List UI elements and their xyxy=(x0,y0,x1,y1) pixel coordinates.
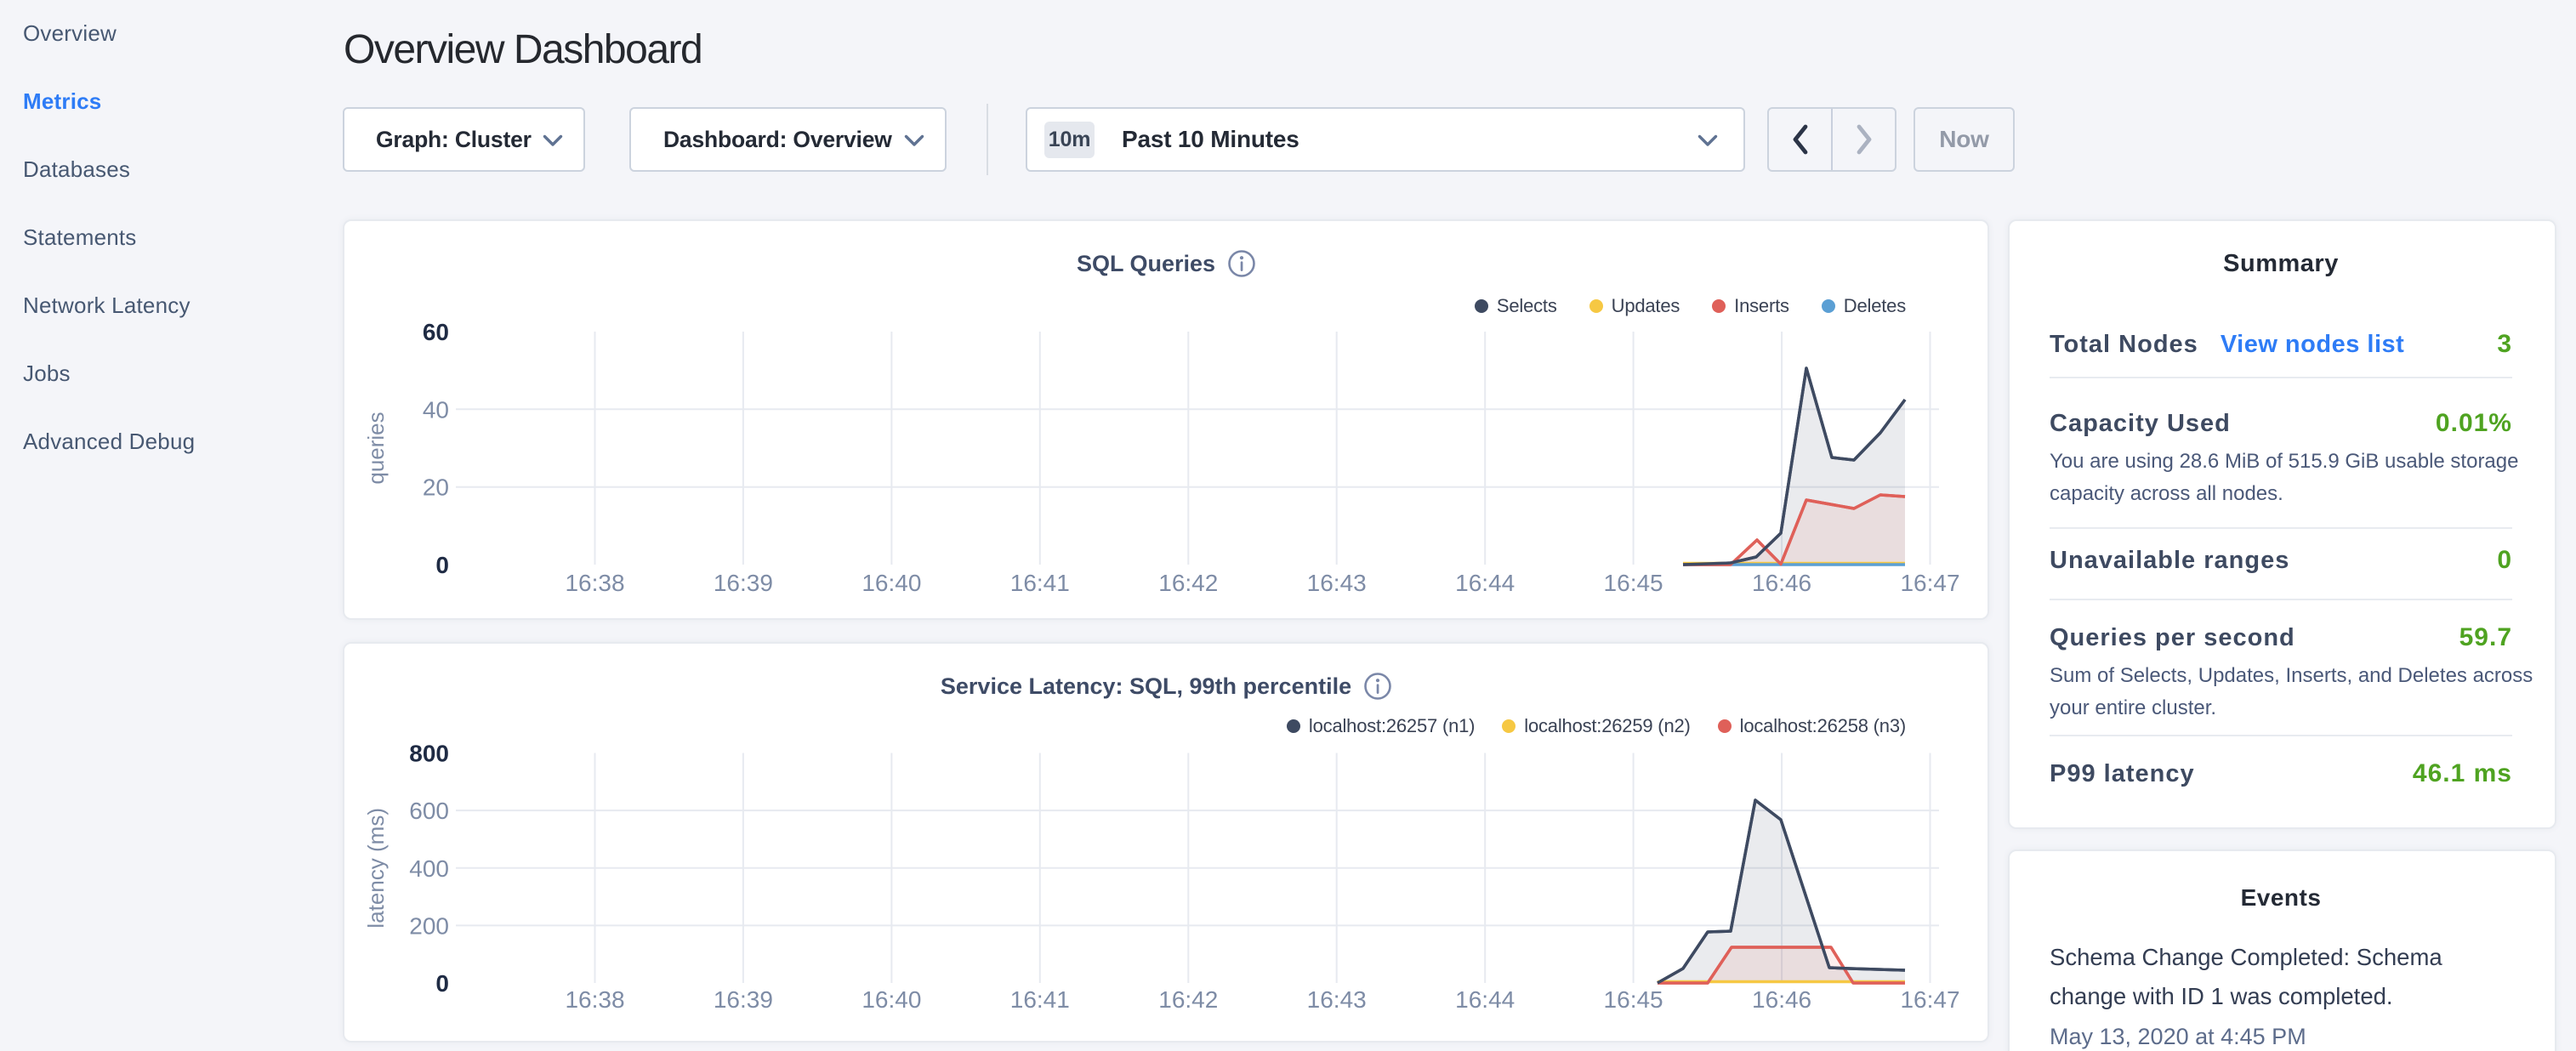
svg-text:60: 60 xyxy=(423,319,449,345)
svg-text:16:41: 16:41 xyxy=(1010,986,1070,1013)
svg-text:16:45: 16:45 xyxy=(1604,986,1663,1013)
svg-text:16:46: 16:46 xyxy=(1752,986,1811,1013)
svg-text:16:45: 16:45 xyxy=(1604,570,1663,596)
svg-text:16:43: 16:43 xyxy=(1307,986,1367,1013)
svg-text:16:42: 16:42 xyxy=(1158,570,1218,596)
svg-text:0: 0 xyxy=(435,970,449,997)
svg-text:16:46: 16:46 xyxy=(1752,570,1811,596)
svg-text:16:47: 16:47 xyxy=(1900,986,1959,1013)
svg-text:16:38: 16:38 xyxy=(565,570,624,596)
svg-text:800: 800 xyxy=(409,741,449,767)
svg-text:400: 400 xyxy=(409,855,449,882)
svg-text:16:44: 16:44 xyxy=(1455,986,1515,1013)
svg-text:latency (ms): latency (ms) xyxy=(363,808,389,929)
svg-text:20: 20 xyxy=(423,474,449,501)
svg-text:200: 200 xyxy=(409,912,449,939)
svg-text:16:39: 16:39 xyxy=(714,986,773,1013)
svg-text:queries: queries xyxy=(363,412,389,484)
svg-text:16:44: 16:44 xyxy=(1455,570,1515,596)
svg-text:16:47: 16:47 xyxy=(1900,570,1959,596)
svg-text:16:40: 16:40 xyxy=(862,986,921,1013)
svg-text:16:43: 16:43 xyxy=(1307,570,1367,596)
svg-text:16:42: 16:42 xyxy=(1158,986,1218,1013)
svg-text:600: 600 xyxy=(409,798,449,824)
svg-text:40: 40 xyxy=(423,396,449,423)
svg-text:16:39: 16:39 xyxy=(714,570,773,596)
svg-text:16:38: 16:38 xyxy=(565,986,624,1013)
svg-text:0: 0 xyxy=(435,552,449,578)
svg-text:16:41: 16:41 xyxy=(1010,570,1070,596)
svg-text:16:40: 16:40 xyxy=(862,570,921,596)
